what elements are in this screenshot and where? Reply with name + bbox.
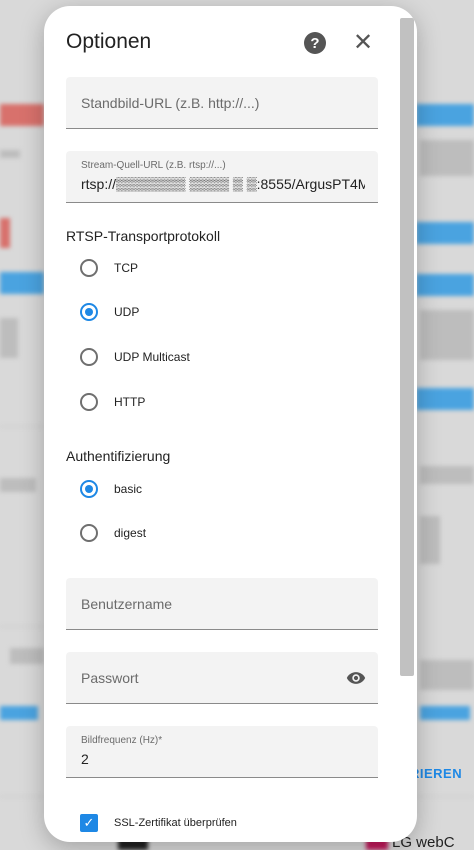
radio-button-selected[interactable] — [80, 303, 98, 321]
bg-divider — [0, 626, 44, 627]
dialog-title: Optionen — [66, 30, 152, 53]
password-field[interactable]: Passwort — [66, 652, 378, 704]
bg-block — [420, 140, 474, 176]
bg-action-button[interactable]: RIEREN — [410, 766, 462, 781]
radio-label: HTTP — [114, 395, 146, 409]
bg-divider — [416, 796, 474, 797]
radio-button[interactable] — [80, 393, 98, 411]
framerate-value: 2 — [81, 751, 89, 767]
bg-divider — [0, 426, 44, 427]
bg-block — [416, 274, 474, 296]
bg-block — [420, 516, 440, 564]
radio-basic[interactable]: basic — [80, 477, 142, 501]
bg-block — [420, 660, 474, 690]
framerate-field[interactable]: Bildfrequenz (Hz)* 2 — [66, 726, 378, 778]
bg-block — [0, 478, 36, 492]
bg-block — [0, 706, 38, 720]
radio-button[interactable] — [80, 259, 98, 277]
bg-block — [0, 150, 20, 158]
checkbox-checked[interactable]: ✓ — [80, 814, 98, 832]
username-placeholder: Benutzername — [81, 596, 173, 612]
radio-udp-multicast[interactable]: UDP Multicast — [80, 345, 190, 369]
radio-http[interactable]: HTTP — [80, 390, 145, 414]
bg-block — [416, 222, 474, 244]
radio-label: digest — [114, 526, 147, 540]
help-circle-icon[interactable]: ? — [304, 32, 326, 54]
radio-button-selected[interactable] — [80, 480, 98, 498]
radio-label: TCP — [114, 261, 138, 275]
rtsp-transport-heading: RTSP-Transportprotokoll — [66, 228, 221, 244]
bg-block — [0, 318, 18, 358]
radio-tcp[interactable]: TCP — [80, 256, 138, 280]
stream-url-field[interactable]: Stream-Quell-URL (z.B. rtsp://...) rtsp:… — [66, 151, 378, 203]
radio-label: basic — [114, 482, 143, 496]
radio-digest[interactable]: digest — [80, 521, 146, 545]
password-placeholder: Passwort — [81, 670, 139, 686]
bg-block — [416, 388, 474, 410]
dialog-scrollbar[interactable] — [400, 18, 414, 676]
bg-block — [416, 104, 474, 126]
radio-udp[interactable]: UDP — [80, 300, 139, 324]
bg-block — [420, 310, 474, 360]
close-icon[interactable]: ✕ — [350, 30, 376, 56]
bg-block — [0, 272, 44, 294]
eye-icon[interactable] — [346, 668, 366, 688]
radio-label: UDP — [114, 305, 140, 319]
bg-block — [10, 648, 44, 664]
framerate-label: Bildfrequenz (Hz)* — [81, 735, 163, 746]
username-field[interactable]: Benutzername — [66, 578, 378, 630]
snapshot-url-placeholder: Standbild-URL (z.B. http://...) — [81, 95, 260, 111]
authentication-heading: Authentifizierung — [66, 448, 171, 464]
snapshot-url-field[interactable]: Standbild-URL (z.B. http://...) — [66, 77, 378, 129]
verify-ssl-label: SSL-Zertifikat überprüfen — [114, 817, 237, 829]
bg-block — [420, 706, 470, 720]
bg-block — [420, 466, 474, 484]
stream-url-value: rtsp://▒▒▒▒▒▒▒ ▒▒▒▒ ▒ ▒:8555/ArgusPT4MP/… — [81, 176, 365, 192]
radio-label: UDP Multicast — [114, 350, 190, 364]
bg-divider — [0, 796, 44, 797]
radio-button[interactable] — [80, 348, 98, 366]
bg-block — [0, 104, 44, 126]
verify-ssl-checkbox-row[interactable]: ✓ SSL-Zertifikat überprüfen — [80, 814, 237, 832]
radio-button[interactable] — [80, 524, 98, 542]
options-dialog: Optionen ? ✕ Standbild-URL (z.B. http://… — [44, 6, 417, 842]
bg-block — [0, 218, 10, 248]
stream-url-label: Stream-Quell-URL (z.B. rtsp://...) — [81, 160, 226, 171]
